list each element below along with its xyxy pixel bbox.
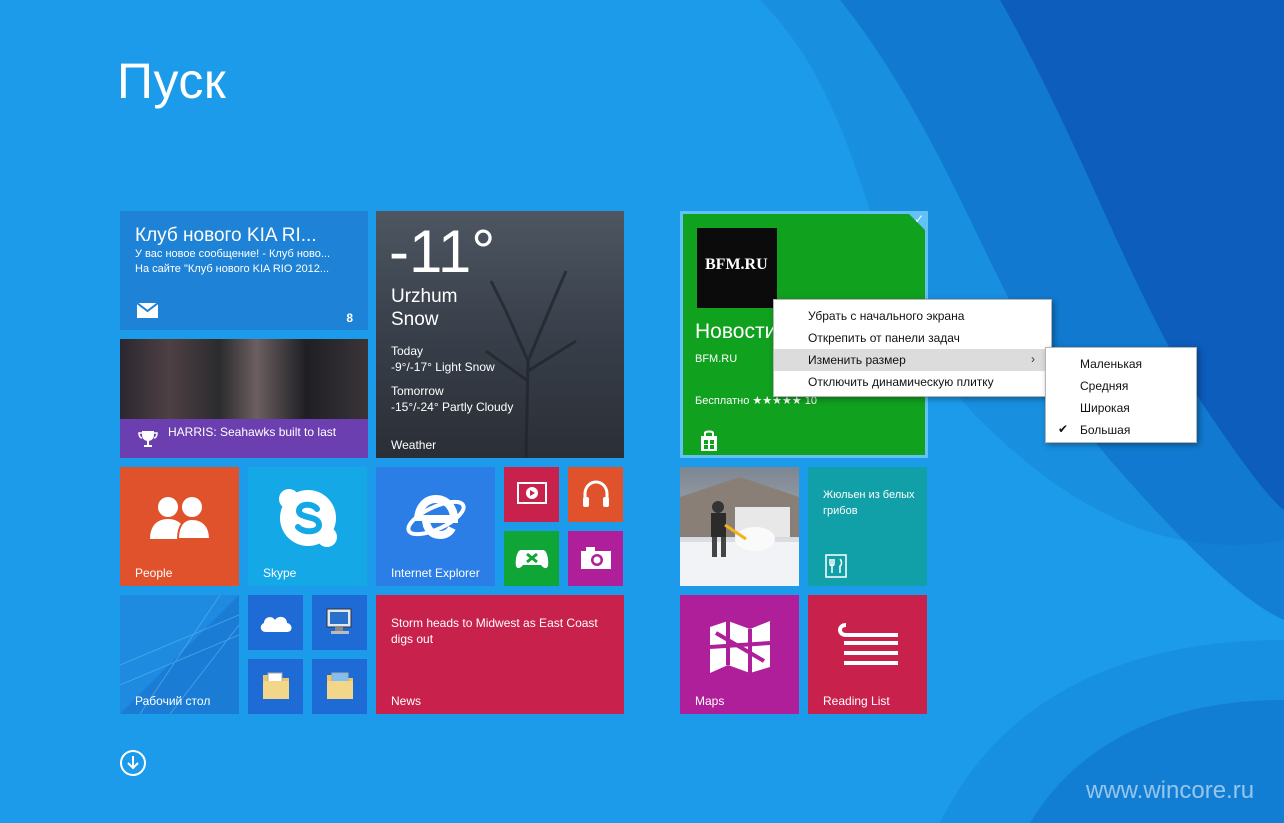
menu-item-unpin-start[interactable]: Убрать с начального экрана bbox=[774, 305, 1051, 327]
ie-label: Internet Explorer bbox=[391, 566, 480, 580]
submenu-item-label: Широкая bbox=[1080, 401, 1130, 415]
pictures-tile[interactable] bbox=[312, 659, 367, 714]
resize-submenu: Маленькая Средняя Широкая ✔ Большая bbox=[1045, 347, 1197, 443]
mail-icon bbox=[137, 303, 158, 318]
headphones-icon bbox=[583, 480, 609, 507]
selection-check-icon: ✓ bbox=[913, 212, 924, 226]
desktop-tile[interactable]: Рабочий стол bbox=[120, 595, 239, 714]
arrow-down-icon bbox=[127, 756, 139, 770]
submenu-item-label: Маленькая bbox=[1080, 357, 1143, 371]
menu-item-unpin-taskbar[interactable]: Открепить от панели задач bbox=[774, 327, 1051, 349]
mail-tile[interactable]: Клуб нового KIA RI... У вас новое сообще… bbox=[120, 211, 368, 330]
submenu-item-wide[interactable]: Широкая bbox=[1046, 397, 1196, 419]
news-tile[interactable]: Storm heads to Midwest as East Coast dig… bbox=[376, 595, 624, 714]
submenu-item-label: Большая bbox=[1080, 423, 1131, 437]
skype-label: Skype bbox=[263, 566, 297, 580]
cloud-icon bbox=[260, 616, 292, 632]
check-icon: ✔ bbox=[1058, 422, 1069, 436]
weather-today-label: Today bbox=[391, 344, 424, 358]
news-headline: Storm heads to Midwest as East Coast dig… bbox=[391, 616, 598, 646]
maps-label: Maps bbox=[695, 694, 725, 708]
submenu-item-label: Средняя bbox=[1080, 379, 1129, 393]
sport-tile[interactable]: HARRIS: Seahawks built to last bbox=[120, 339, 368, 458]
music-tile[interactable] bbox=[568, 467, 623, 522]
skype-icon bbox=[279, 489, 337, 547]
menu-item-label: Изменить размер bbox=[808, 353, 906, 367]
snow-photo-tile[interactable] bbox=[680, 467, 799, 586]
sport-photo bbox=[120, 339, 368, 419]
mail-line-1: У вас новое сообщение! - Клуб ново... bbox=[135, 248, 331, 260]
reading-list-tile[interactable]: Reading List bbox=[808, 595, 927, 714]
weather-label: Weather bbox=[391, 438, 437, 452]
menu-item-disable-live-tile[interactable]: Отключить динамическую плитку bbox=[774, 371, 1051, 393]
weather-tile[interactable]: -11° Urzhum Snow Today -9°/-17° Light Sn… bbox=[376, 211, 624, 458]
trophy-icon bbox=[138, 431, 158, 447]
reading-list-icon bbox=[838, 623, 898, 665]
video-tile[interactable] bbox=[504, 467, 559, 522]
submenu-item-medium[interactable]: Средняя bbox=[1046, 375, 1196, 397]
games-tile[interactable] bbox=[504, 531, 559, 586]
maps-icon bbox=[709, 621, 771, 673]
submenu-item-small[interactable]: Маленькая bbox=[1046, 353, 1196, 375]
camera-tile[interactable] bbox=[568, 531, 623, 586]
ie-icon bbox=[406, 494, 466, 540]
computer-icon bbox=[326, 608, 352, 634]
people-icon bbox=[150, 497, 212, 539]
bfm-title: Новости bbox=[695, 320, 777, 343]
weather-temperature: -11° bbox=[389, 218, 496, 285]
xbox-icon bbox=[515, 550, 549, 569]
all-apps-button[interactable] bbox=[120, 750, 146, 776]
people-tile[interactable]: People bbox=[120, 467, 239, 586]
pc-tile[interactable] bbox=[312, 595, 367, 650]
bfm-logo-text: BFM.RU bbox=[705, 256, 768, 273]
store-icon bbox=[701, 430, 717, 451]
mail-unread-count: 8 bbox=[346, 311, 353, 325]
onedrive-tile[interactable] bbox=[248, 595, 303, 650]
mail-line-2: На сайте "Клуб нового KIA RIO 2012... bbox=[135, 263, 330, 275]
mail-header: Клуб нового KIA RI... bbox=[135, 225, 317, 246]
weather-condition: Snow bbox=[391, 309, 439, 330]
bfm-logo: BFM.RU bbox=[697, 228, 777, 308]
reading-list-label: Reading List bbox=[823, 694, 890, 708]
weather-city: Urzhum bbox=[391, 286, 458, 307]
snow-photo bbox=[680, 477, 799, 586]
internet-explorer-tile[interactable]: Internet Explorer bbox=[376, 467, 495, 586]
folder-documents-icon bbox=[263, 672, 289, 699]
video-icon bbox=[517, 482, 547, 504]
bfm-publisher: BFM.RU bbox=[695, 353, 738, 365]
sport-caption: HARRIS: Seahawks built to last bbox=[168, 425, 337, 439]
recipe-tile[interactable]: Жюльен из белых грибов bbox=[808, 467, 927, 586]
menu-item-label: Открепить от панели задач bbox=[808, 331, 960, 345]
menu-item-label: Убрать с начального экрана bbox=[808, 309, 965, 323]
start-title: Пуск bbox=[117, 53, 227, 109]
maps-tile[interactable]: Maps bbox=[680, 595, 799, 714]
desktop-label: Рабочий стол bbox=[135, 694, 211, 708]
weather-tomorrow-label: Tomorrow bbox=[391, 384, 444, 398]
folder-pictures-icon bbox=[327, 672, 353, 699]
recipe-text: Жюльен из белых грибов bbox=[823, 489, 915, 517]
menu-item-resize[interactable]: Изменить размер › bbox=[774, 349, 1051, 371]
fork-knife-icon bbox=[825, 554, 847, 578]
weather-tomorrow-forecast: -15°/-24° Partly Cloudy bbox=[391, 400, 514, 414]
watermark: www.wincore.ru bbox=[1086, 777, 1255, 804]
documents-tile[interactable] bbox=[248, 659, 303, 714]
context-menu: Убрать с начального экрана Открепить от … bbox=[773, 299, 1052, 397]
skype-tile[interactable]: Skype bbox=[248, 467, 367, 586]
menu-item-label: Отключить динамическую плитку bbox=[808, 375, 994, 389]
weather-today-forecast: -9°/-17° Light Snow bbox=[391, 360, 495, 374]
submenu-item-large[interactable]: ✔ Большая bbox=[1046, 419, 1196, 441]
camera-icon bbox=[581, 547, 611, 569]
news-label: News bbox=[391, 694, 422, 708]
chevron-right-icon: › bbox=[1031, 352, 1035, 366]
people-label: People bbox=[135, 566, 173, 580]
